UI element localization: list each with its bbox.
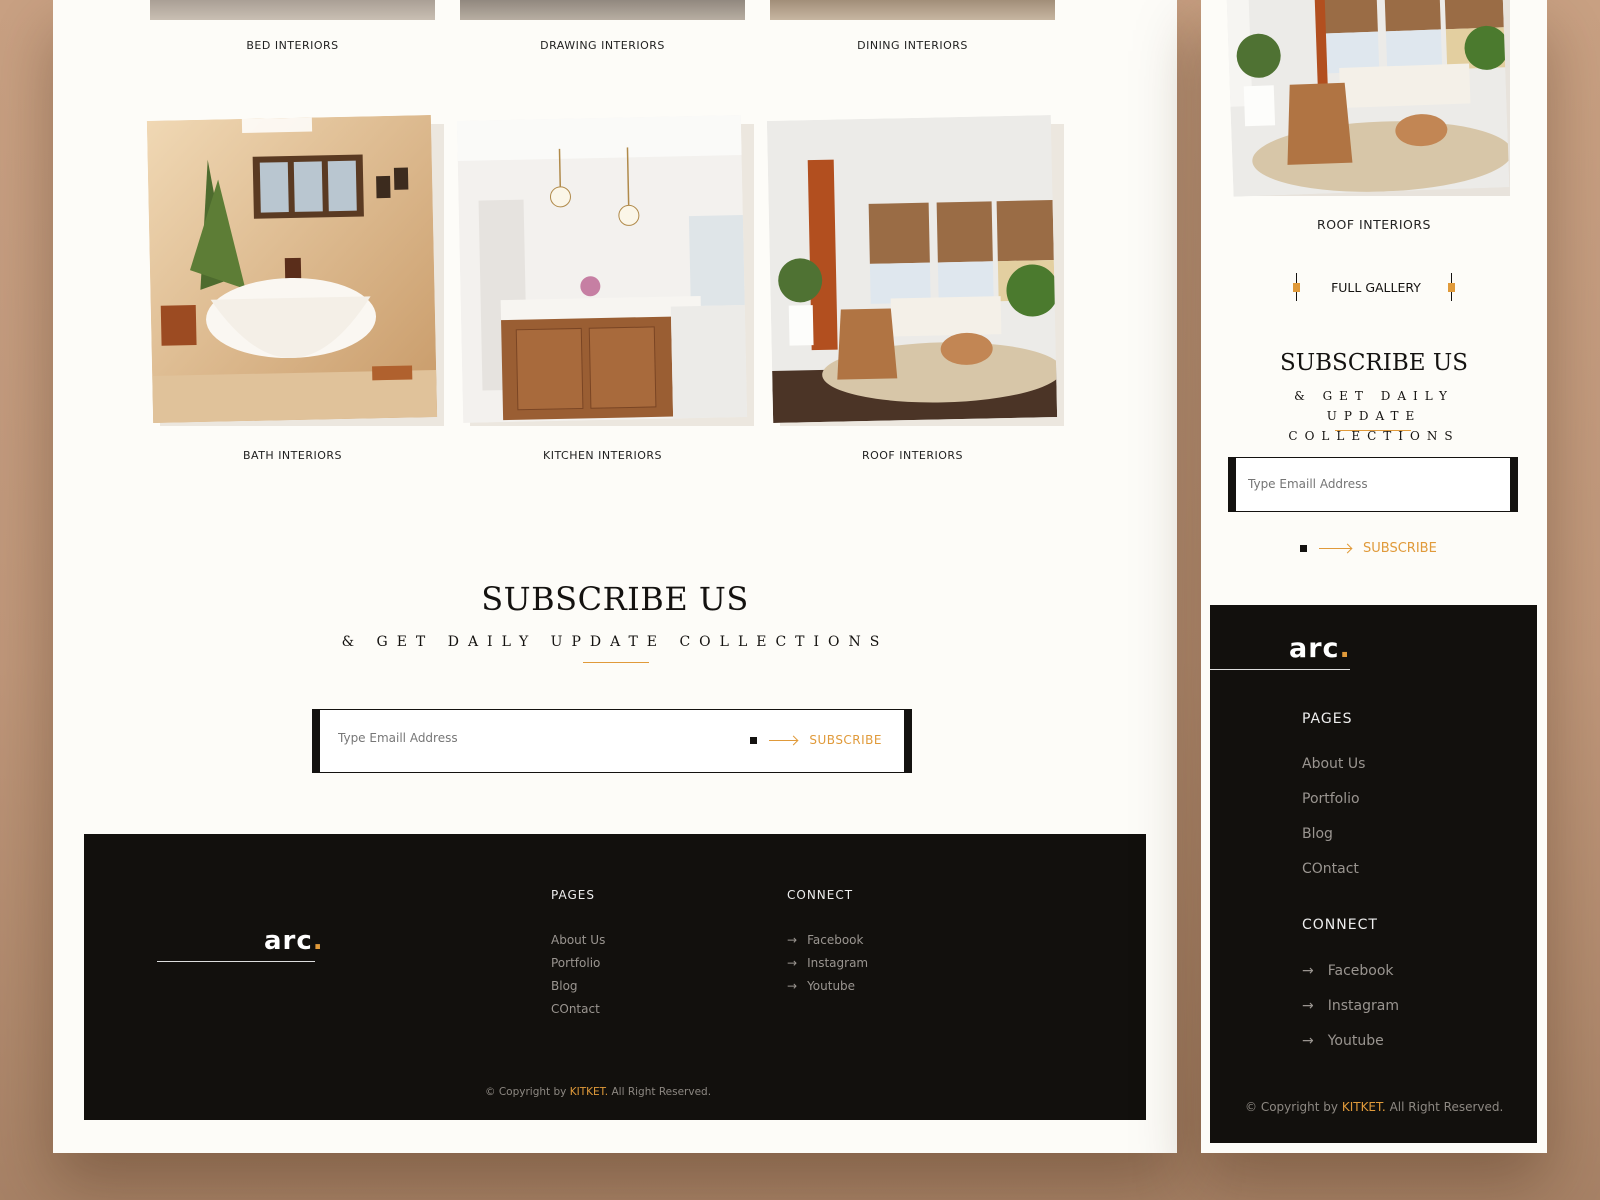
- email-input[interactable]: [336, 730, 720, 746]
- footer-pages-heading: PAGES: [551, 888, 595, 902]
- footer-link-youtube[interactable]: → Youtube: [787, 979, 855, 993]
- arrow-right-icon: →: [787, 956, 798, 970]
- gallery-caption-bath: BATH INTERIORS: [242, 449, 343, 462]
- arrow-right-icon: →: [1302, 1033, 1314, 1049]
- youtube-label: Youtube: [807, 979, 856, 993]
- logo-text: arc: [264, 926, 313, 956]
- mobile-subscribe-subtitle: & GET DAILY UPDATE COLLECTIONS: [1288, 389, 1460, 443]
- footer-link-blog[interactable]: Blog: [551, 979, 578, 993]
- gallery-card-roof[interactable]: [766, 115, 1064, 426]
- mobile-link-blog[interactable]: Blog: [1302, 826, 1333, 842]
- mobile-gallery-caption: ROOF INTERIORS: [1317, 217, 1431, 232]
- youtube-label: Youtube: [1327, 1033, 1384, 1049]
- logo-text: arc: [1289, 633, 1340, 664]
- facebook-label: Facebook: [1327, 963, 1394, 979]
- instagram-label: Instagram: [807, 956, 869, 970]
- mobile-subscribe-button[interactable]: SUBSCRIBE: [1300, 541, 1437, 556]
- copyright-icon: ©: [1245, 1100, 1257, 1114]
- mobile-copyright: © Copyright by KITKET. All Right Reserve…: [1245, 1100, 1503, 1114]
- roof-interiors-image-mobile[interactable]: [1226, 0, 1510, 197]
- gallery-caption-roof: ROOF INTERIORS: [861, 449, 964, 462]
- gallery-caption-bed: BED INTERIORS: [246, 39, 339, 52]
- mobile-page: ROOF INTERIORS FULL GALLERY SUBSCRIBE US…: [1201, 0, 1547, 1153]
- subscribe-subtitle: & GET DAILY UPDATE COLLECTIONS: [341, 634, 889, 650]
- full-gallery-button[interactable]: FULL GALLERY: [1293, 273, 1456, 301]
- footer: arc. PAGES About Us Portfolio Blog COnta…: [84, 834, 1146, 1120]
- subscribe-button[interactable]: SUBSCRIBE: [750, 733, 882, 747]
- subscribe-divider: [583, 662, 649, 663]
- footer-link-contact[interactable]: COntact: [551, 1002, 600, 1016]
- mobile-subscribe-title: SUBSCRIBE US: [1280, 350, 1468, 376]
- arrow-right-icon: →: [787, 933, 798, 947]
- subscribe-form: SUBSCRIBE: [312, 709, 912, 773]
- mobile-footer-logo[interactable]: arc.: [1289, 633, 1351, 664]
- facebook-label: Facebook: [807, 933, 864, 947]
- drawing-interiors-image[interactable]: [460, 0, 753, 24]
- mobile-footer: arc. PAGES About Us Portfolio Blog COnta…: [1210, 605, 1537, 1143]
- roof-interiors-image: [766, 115, 1058, 423]
- gallery-card-kitchen[interactable]: [456, 115, 754, 426]
- copyright-icon: ©: [485, 1086, 496, 1098]
- full-gallery-label: FULL GALLERY: [1331, 280, 1421, 295]
- arrow-right-icon: →: [787, 979, 798, 993]
- mobile-connect-heading: CONNECT: [1302, 917, 1378, 933]
- subscribe-divider: [1335, 430, 1411, 431]
- instagram-label: Instagram: [1327, 998, 1399, 1014]
- footer-connect-heading: CONNECT: [787, 888, 854, 902]
- footer-link-instagram[interactable]: → Instagram: [787, 956, 868, 970]
- desktop-page: BED INTERIORS DRAWING INTERIORS DINING I…: [53, 0, 1177, 1153]
- arrow-right-icon: [1319, 548, 1351, 549]
- mobile-link-facebook[interactable]: → Facebook: [1302, 963, 1394, 979]
- page-edge-strip: [760, 1150, 1100, 1152]
- gallery-caption-dining: DINING INTERIORS: [857, 39, 968, 52]
- mobile-link-instagram[interactable]: → Instagram: [1302, 998, 1399, 1014]
- mobile-pages-heading: PAGES: [1302, 711, 1353, 727]
- arrow-right-icon: →: [1302, 963, 1314, 979]
- copyright-brand[interactable]: KITKET.: [570, 1086, 608, 1098]
- kitchen-interiors-image: [456, 115, 748, 423]
- arrow-right-icon: →: [1302, 998, 1314, 1014]
- bed-interiors-image[interactable]: [150, 0, 443, 24]
- dining-interiors-image[interactable]: [770, 0, 1063, 24]
- footer-link-facebook[interactable]: → Facebook: [787, 933, 863, 947]
- mobile-subscribe-form: [1228, 457, 1518, 512]
- copyright-suffix: All Right Reserved.: [1389, 1100, 1504, 1114]
- arrow-right-icon: [769, 739, 798, 741]
- copyright-suffix: All Right Reserved.: [611, 1086, 712, 1098]
- gallery-caption-drawing: DRAWING INTERIORS: [540, 39, 665, 52]
- mobile-link-portfolio[interactable]: Portfolio: [1302, 791, 1360, 807]
- subscribe-title: SUBSCRIBE US: [481, 580, 749, 618]
- footer-link-portfolio[interactable]: Portfolio: [551, 956, 600, 970]
- copyright: © Copyright by KITKET. All Right Reserve…: [485, 1086, 711, 1098]
- mobile-link-youtube[interactable]: → Youtube: [1302, 1033, 1384, 1049]
- square-icon: [1300, 545, 1307, 552]
- copyright-prefix: Copyright by: [498, 1086, 567, 1098]
- logo-underline: [1210, 669, 1350, 670]
- gallery-caption-kitchen: KITCHEN INTERIORS: [543, 449, 662, 462]
- footer-link-about[interactable]: About Us: [551, 933, 605, 947]
- logo-dot: .: [1339, 633, 1351, 664]
- copyright-prefix: Copyright by: [1260, 1100, 1338, 1114]
- subscribe-button-label: SUBSCRIBE: [1363, 541, 1437, 556]
- footer-logo[interactable]: arc.: [264, 926, 324, 956]
- mobile-link-about[interactable]: About Us: [1302, 756, 1365, 772]
- logo-dot: .: [312, 926, 324, 956]
- subscribe-button-label: SUBSCRIBE: [809, 733, 882, 747]
- logo-underline: [157, 961, 315, 962]
- mobile-link-contact[interactable]: COntact: [1302, 861, 1359, 877]
- mobile-email-input[interactable]: [1246, 476, 1490, 492]
- gallery-card-bath[interactable]: [146, 115, 444, 426]
- square-icon: [750, 736, 758, 744]
- copyright-brand[interactable]: KITKET.: [1342, 1100, 1386, 1114]
- bath-interiors-image: [146, 115, 438, 423]
